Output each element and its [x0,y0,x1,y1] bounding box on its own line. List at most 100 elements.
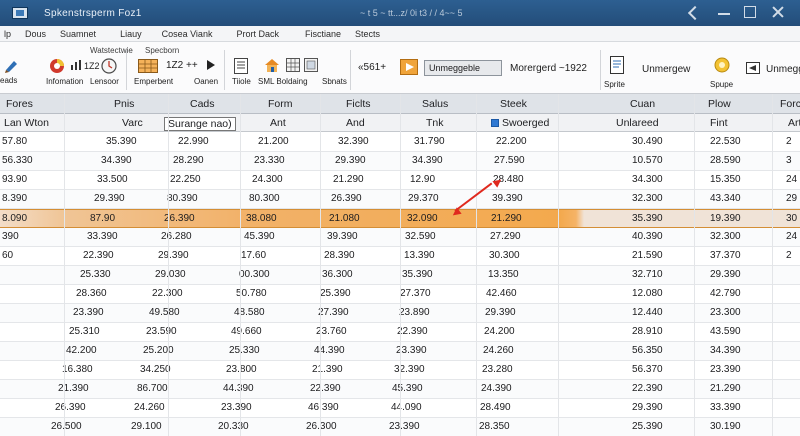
ribbon-label-eads[interactable]: eads [0,76,17,85]
table-cell[interactable]: 28.350 [479,421,510,432]
table-cell[interactable]: 34.390 [412,155,443,166]
merged-checkbox[interactable] [491,119,499,127]
column-header[interactable]: Plow [708,98,731,110]
table-cell[interactable]: 34.390 [710,345,741,356]
column-header[interactable]: Form [268,98,293,110]
table-cell[interactable]: 45.390 [392,383,423,394]
ribbon-field-b[interactable]: «561+ [358,62,386,73]
subheader-cell[interactable]: And [346,117,365,129]
menu-item-dous[interactable]: Dous [25,29,46,39]
table-cell[interactable]: 25.330 [229,345,260,356]
subheader-cell[interactable]: Swoerged [502,117,549,129]
subheader-cell[interactable]: Unlareed [616,117,659,129]
table-cell[interactable]: 25.310 [69,326,100,337]
column-header[interactable]: Fores [6,98,33,110]
table-cell[interactable]: 43.340 [710,193,741,204]
menu-item-stects[interactable]: Stects [355,29,380,39]
table-cell[interactable]: 25.330 [80,269,111,280]
ribbon-label-sprite[interactable]: Sprite [604,80,625,89]
table-cell[interactable]: 10.570 [632,155,663,166]
table-cell[interactable]: 23.390 [389,421,420,432]
table-cell[interactable]: 17.60 [241,250,266,261]
table-cell[interactable]: 86.700 [137,383,168,394]
table-cell[interactable]: 22.390 [83,250,114,261]
table-icon[interactable] [138,59,158,73]
ribbon-label-sbnats[interactable]: Sbnats [322,77,347,86]
table-cell[interactable]: 29.030 [155,269,186,280]
table-cell[interactable]: 13.350 [488,269,519,280]
notes-icon[interactable] [234,58,248,74]
table-cell[interactable]: 24.300 [252,174,283,185]
table-cell[interactable]: 8.390 [2,193,27,204]
unmerge-label[interactable]: Unmergew [642,64,690,75]
table-cell[interactable]: 28.290 [173,155,204,166]
table-cell[interactable]: 24.390 [481,383,512,394]
menu-item-liauy[interactable]: Liauy [120,29,142,39]
table-cell[interactable]: 36.300 [322,269,353,280]
table-cell[interactable]: 29.390 [632,402,663,413]
table-cell[interactable]: 24.260 [483,345,514,356]
spreadsheet-grid[interactable]: Fores Pnis Cads Form Ficlts Salus Steek … [0,94,800,436]
table-cell[interactable]: 60 [2,250,13,261]
table-cell[interactable]: 22.390 [397,326,428,337]
table-cell[interactable]: 25.390 [320,288,351,299]
table-cell[interactable]: 37.370 [710,250,741,261]
table-cell[interactable]: 28.910 [632,326,663,337]
table-cell[interactable]: 28.490 [480,402,511,413]
table-cell[interactable]: 29.390 [158,250,189,261]
clock-icon[interactable] [100,57,118,75]
table-cell[interactable]: 15.350 [710,174,741,185]
table-cell[interactable]: 22.990 [178,136,209,147]
table-cell[interactable]: 80.390 [167,193,198,204]
table-cell[interactable]: 26.390 [55,402,86,413]
table-cell[interactable]: 44.390 [314,345,345,356]
table-cell[interactable]: 31.790 [414,136,445,147]
table-cell[interactable]: 24.260 [134,402,165,413]
table-cell[interactable]: 2 [786,136,792,147]
ribbon-label-oanen[interactable]: Oanen [194,77,218,86]
table-cell[interactable]: 21.290 [333,174,364,185]
table-cell[interactable]: 45.390 [244,231,275,242]
table-cell[interactable]: 28.590 [710,155,741,166]
table-cell[interactable]: 27.590 [494,155,525,166]
subheader-cell[interactable]: Lan Wton [4,117,49,129]
table-cell[interactable]: 13.390 [404,250,435,261]
ribbon-label-tiiole[interactable]: Tiiole [232,77,251,86]
table-cell[interactable]: 30 [786,213,797,224]
table-cell[interactable]: 49.660 [231,326,262,337]
table-cell[interactable]: 29.390 [335,155,366,166]
table-cell[interactable]: 33.390 [87,231,118,242]
table-cell[interactable]: 23.390 [710,364,741,375]
subheader-cell[interactable]: Tnk [426,117,444,129]
bulb-icon[interactable] [712,56,732,76]
play-icon[interactable] [206,60,216,70]
close-button[interactable] [772,6,784,18]
table-cell[interactable]: 29.390 [710,269,741,280]
table-cell[interactable]: 35.390 [632,213,663,224]
merge-play-icon[interactable] [400,59,418,75]
table-cell[interactable]: 39.390 [492,193,523,204]
table-cell[interactable]: 24 [786,174,797,185]
table-cell[interactable]: 29.390 [485,307,516,318]
table-cell[interactable]: 32.300 [632,193,663,204]
ribbon-label-sml-boldaing[interactable]: SML Boldaing [258,77,308,86]
column-header[interactable]: Forc [780,98,800,110]
table-cell[interactable]: 49.580 [149,307,180,318]
table-cell[interactable]: 30.190 [710,421,741,432]
doc-icon[interactable] [610,56,624,74]
table-cell[interactable]: 56.330 [2,155,33,166]
table-cell[interactable]: 12.90 [410,174,435,185]
grid-icon[interactable] [286,58,300,72]
table-cell[interactable]: 2 [786,250,792,261]
table-cell[interactable]: 21.290 [710,383,741,394]
ribbon-field-a2[interactable]: 1Z2 ++ [166,60,198,71]
column-header[interactable]: Pnis [114,98,134,110]
table-cell[interactable]: 42.790 [710,288,741,299]
table-cell[interactable]: 48.580 [234,307,265,318]
chart-icon[interactable] [48,57,66,75]
table-cell[interactable]: 21.080 [329,213,360,224]
table-cell[interactable]: 28.390 [324,250,355,261]
table-cell[interactable]: 22.390 [632,383,663,394]
table-cell[interactable]: 23.590 [146,326,177,337]
ribbon-label-lensoor[interactable]: Lensoor [90,77,119,86]
